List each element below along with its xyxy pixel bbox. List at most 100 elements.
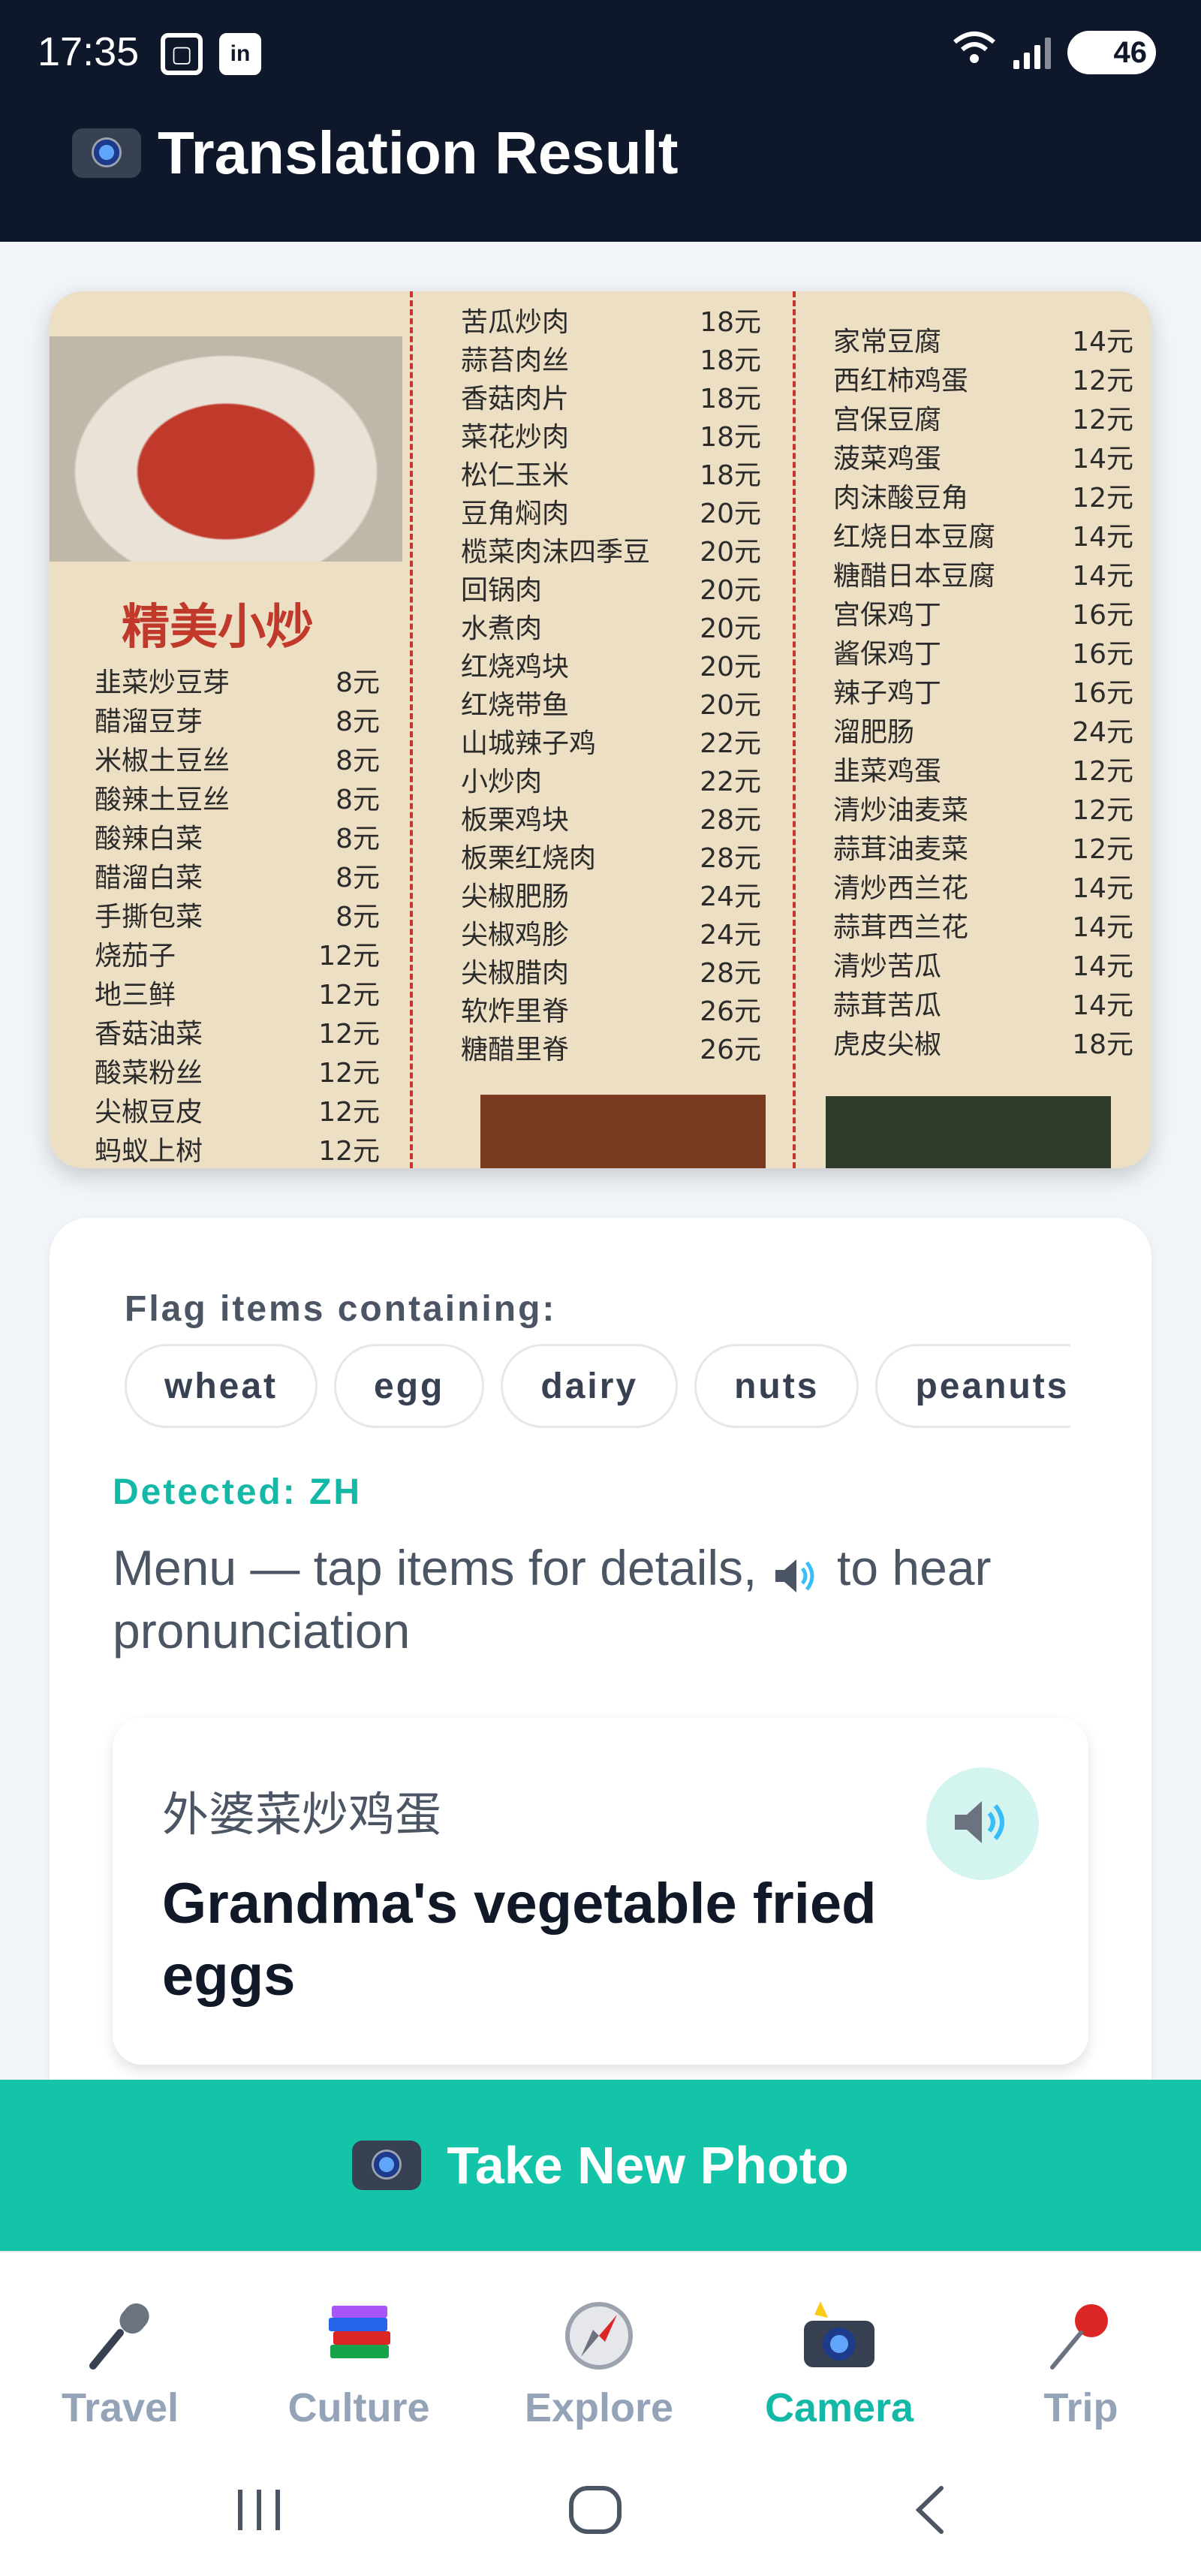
menu-photo-row: 酸辣土豆丝 8元 [95, 778, 380, 817]
menu-photo-dish-price: 12元 [1072, 405, 1133, 435]
battery-icon: 46 [1067, 31, 1156, 74]
chip-egg[interactable]: egg [334, 1344, 485, 1428]
menu-photo-dish-price: 8元 [336, 667, 380, 698]
menu-photo-dish-name: 尖椒鸡胗 [461, 920, 570, 951]
menu-photo-dish-name: 酸辣土豆丝 [95, 785, 230, 815]
menu-photo-dish-name: 水煮肉 [461, 613, 543, 644]
nav-label-explore: Explore [524, 2385, 674, 2430]
intro-text-before: Menu — tap items for details, [113, 1540, 771, 1595]
nav-item-camera[interactable]: Camera [742, 2294, 937, 2431]
speak-button[interactable] [926, 1767, 1039, 1880]
menu-photo-row: 辣子鸡丁 16元 [833, 671, 1133, 710]
menu-photo-dish-name: 溜肥肠 [833, 717, 915, 748]
menu-photo-dish-price: 12元 [1072, 483, 1133, 514]
menu-photo-dish-name: 板栗红烧肉 [461, 843, 597, 874]
menu-photo-dish-name: 辣子鸡丁 [833, 678, 942, 709]
menu-photo-dish-price: 14元 [1072, 912, 1133, 943]
menu-photo-dish-name: 糖醋日本豆腐 [833, 561, 996, 592]
books-icon [318, 2294, 400, 2377]
nav-item-explore[interactable]: Explore [501, 2294, 697, 2431]
pushpin-icon [1040, 2294, 1122, 2377]
menu-photo-row: 尖椒鸡胗 24元 [461, 913, 761, 952]
menu-photo: 精美小炒 韭菜炒豆芽 8元 醋溜豆芽 8元 米椒土豆丝 8元 酸辣土豆丝 8元 酸辣白菜 8元 醋溜… [50, 291, 1151, 1168]
menu-photo-dish-name: 香菇肉片 [461, 384, 570, 414]
wifi-icon [952, 30, 997, 75]
menu-photo-row: 松仁玉米 18元 [461, 453, 761, 493]
menu-photo-dish-price: 14元 [1072, 951, 1133, 982]
menu-photo-row: 苦瓜炒肉 18元 [461, 300, 761, 339]
menu-photo-row: 烧茄子 12元 [95, 934, 380, 973]
menu-photo-dish-price: 16元 [1072, 678, 1133, 709]
menu-column-c: 家常豆腐 14元 西红柿鸡蛋 12元 宫保豆腐 12元 菠菜鸡蛋 14元 肉沫酸豆角 12元 红烧日… [793, 291, 1151, 1168]
menu-section-heading: 精美小炒 [122, 600, 314, 655]
menu-photo-row: 尖椒豆皮 12元 [95, 1090, 380, 1129]
menu-photo-dish-name: 家常豆腐 [833, 327, 942, 357]
menu-photo-dish-name: 苦瓜炒肉 [461, 307, 570, 338]
chip-dairy[interactable]: dairy [501, 1344, 679, 1428]
linkedin-icon: in [219, 33, 261, 75]
menu-photo-dish-name: 软炸里脊 [461, 996, 570, 1027]
take-new-photo-button[interactable]: Take New Photo [0, 2080, 1201, 2251]
menu-photo-dish-price: 28元 [700, 958, 761, 989]
menu-photo-dish-name: 菜花炒肉 [461, 422, 570, 453]
menu-photo-dish-price: 28元 [700, 805, 761, 836]
camera-icon [352, 2141, 422, 2190]
menu-photo-dish-name: 山城辣子鸡 [461, 728, 597, 759]
menu-photo-dish-name: 清炒西兰花 [833, 873, 969, 904]
menu-photo-dish-price: 26元 [700, 1035, 761, 1065]
menu-photo-dish-price: 12元 [318, 1097, 380, 1128]
chip-peanuts[interactable]: peanuts [875, 1344, 1070, 1428]
dish-photo [826, 1096, 1111, 1168]
status-time: 17:35 [38, 29, 140, 74]
menu-photo-dish-name: 板栗鸡块 [461, 805, 570, 836]
item-english-name: Grandma's vegetable fried eggs [162, 1872, 877, 2008]
menu-photo-dish-name: 红烧鸡块 [461, 652, 570, 682]
chip-nuts[interactable]: nuts [694, 1344, 859, 1428]
menu-photo-row: 手撕包菜 8元 [95, 895, 380, 934]
menu-photo-row: 尖椒肥肠 24元 [461, 875, 761, 914]
menu-photo-dish-price: 12元 [1072, 795, 1133, 826]
menu-photo-dish-price: 12元 [1072, 756, 1133, 787]
menu-photo-dish-name: 酱保鸡丁 [833, 639, 942, 670]
nav-item-travel[interactable]: Travel [23, 2294, 218, 2431]
chip-wheat[interactable]: wheat [125, 1344, 318, 1428]
menu-photo-row: 蒜苔肉丝 18元 [461, 339, 761, 378]
menu-photo-dish-name: 韭菜炒豆芽 [95, 667, 230, 698]
menu-photo-dish-name: 酸菜粉丝 [95, 1058, 203, 1089]
menu-photo-row: 红烧带鱼 20元 [461, 683, 761, 722]
menu-photo-row: 清炒苦瓜 14元 [833, 945, 1133, 984]
compass-icon [558, 2294, 640, 2377]
menu-photo-dish-price: 12元 [318, 941, 380, 972]
take-new-photo-label: Take New Photo [447, 2136, 849, 2195]
menu-photo-dish-price: 14元 [1072, 444, 1133, 475]
nav-label-trip: Trip [1043, 2385, 1118, 2430]
menu-photo-dish-name: 宫保鸡丁 [833, 600, 942, 631]
menu-photo-dish-price: 8元 [336, 863, 380, 893]
menu-photo-dish-name: 豆角焖肉 [461, 499, 570, 529]
screenshot-icon: ▢ [161, 33, 203, 75]
home-button[interactable] [567, 2484, 624, 2540]
menu-photo-dish-price: 24元 [700, 920, 761, 951]
menu-photo-dish-name: 糖醋里脊 [461, 1035, 570, 1065]
menu-photo-row: 酸辣白菜 8元 [95, 817, 380, 856]
menu-photo-dish-name: 榄菜肉沫四季豆 [461, 537, 651, 568]
menu-photo-row: 榄菜肉沫四季豆 20元 [461, 530, 761, 569]
menu-photo-row: 韭菜鸡蛋 12元 [833, 749, 1133, 788]
detected-language: Detected: ZH [113, 1472, 363, 1512]
menu-photo-row: 菜花炒肉 18元 [461, 415, 761, 454]
menu-photo-dish-price: 18元 [1072, 1029, 1133, 1060]
menu-photo-row: 西红柿鸡蛋 12元 [833, 359, 1133, 398]
nav-item-culture[interactable]: Culture [261, 2294, 456, 2431]
nav-item-trip[interactable]: Trip [983, 2294, 1178, 2431]
menu-photo-dish-price: 8元 [336, 707, 380, 737]
menu-photo-dish-name: 香菇油菜 [95, 1019, 203, 1050]
menu-photo-dish-price: 14元 [1072, 561, 1133, 592]
menu-photo-dish-name: 手撕包菜 [95, 902, 203, 932]
menu-photo-row: 蚂蚁上树 12元 [95, 1129, 380, 1168]
menu-item-card[interactable]: 外婆菜炒鸡蛋 Grandma's vegetable fried eggs [113, 1718, 1088, 2065]
back-button[interactable] [908, 2484, 953, 2540]
recent-apps-button[interactable] [233, 2484, 285, 2540]
menu-photo-dish-price: 20元 [700, 499, 761, 529]
allergen-chips: wheat egg dairy nuts peanuts [125, 1344, 1070, 1431]
menu-photo-row: 韭菜炒豆芽 8元 [95, 661, 380, 700]
